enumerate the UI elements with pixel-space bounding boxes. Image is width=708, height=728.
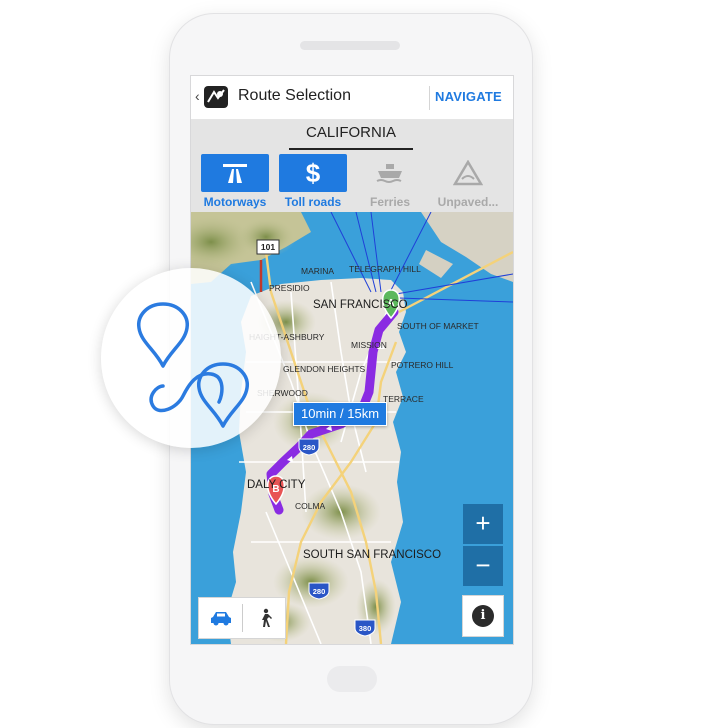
svg-text:280: 280 [313,587,326,596]
car-mode-button[interactable] [199,598,242,638]
info-icon: i [472,605,494,627]
phone-speaker [300,41,400,50]
map-label-san-francisco: SAN FRANCISCO [313,299,408,311]
map-label-telegraph-hill: TELEGRAPH HILL [349,264,421,274]
route-badge [101,268,281,448]
option-label: Unpaved... [437,195,499,209]
page-title: Route Selection [238,87,351,104]
map-label-marina: MARINA [301,266,334,276]
region-tab[interactable]: CALIFORNIA [289,122,413,150]
transport-mode-switch [199,598,285,638]
map-label-daly-city: DALY CITY [247,479,306,491]
map-label-terrace: TERRACE [383,394,424,404]
walk-mode-button[interactable] [243,598,286,638]
navigate-button[interactable]: NAVIGATE [435,89,502,104]
option-ferries[interactable]: Ferries [350,154,430,209]
map-label-south-of-market: SOUTH OF MARKET [397,321,479,331]
zoom-in-button[interactable]: + [463,504,503,544]
route-pins-icon [137,302,249,428]
dollar-icon: $ [279,154,347,192]
map-label-heights: GLENDON HEIGHTS [283,364,366,374]
header-divider [429,86,430,110]
highway-shield-101: 101 [256,239,280,255]
highway-shield-280-south: 280 [308,582,330,600]
map-label-potrero-hill: POTRERO HILL [391,360,454,370]
route-options-bar: CALIFORNIA Motorways $ Toll roads Ferrie… [191,120,513,212]
travel-time-label[interactable]: 10min / 15km [293,402,388,426]
pedestrian-icon [261,608,272,627]
info-button[interactable]: i [463,596,503,636]
highway-shield-380: 380 [354,619,376,637]
map-pin-logo-icon[interactable] [204,86,228,108]
option-toll-roads[interactable]: $ Toll roads [273,154,353,209]
chevron-left-icon[interactable]: ‹ [195,89,200,103]
svg-text:380: 380 [359,624,372,633]
svg-text:101: 101 [261,242,275,252]
map-label-colma: COLMA [295,501,326,511]
ferry-icon [356,154,424,192]
option-motorways[interactable]: Motorways [195,154,275,209]
zoom-out-button[interactable]: − [463,546,503,586]
option-label: Toll roads [284,195,342,209]
svg-text:280: 280 [303,443,316,452]
highway-shield-280: 280 [298,438,320,456]
option-label: Ferries [369,195,411,209]
map-label-south-san-francisco: SOUTH SAN FRANCISCO [303,549,441,561]
car-icon [210,612,231,626]
motorway-icon [201,154,269,192]
option-unpaved[interactable]: Unpaved... [428,154,508,209]
unpaved-road-icon [434,154,502,192]
map-label-mission: MISSION [351,340,387,350]
phone-home-button[interactable] [327,666,377,692]
option-label: Motorways [203,195,267,209]
app-header: ‹ Route Selection NAVIGATE [191,76,513,120]
